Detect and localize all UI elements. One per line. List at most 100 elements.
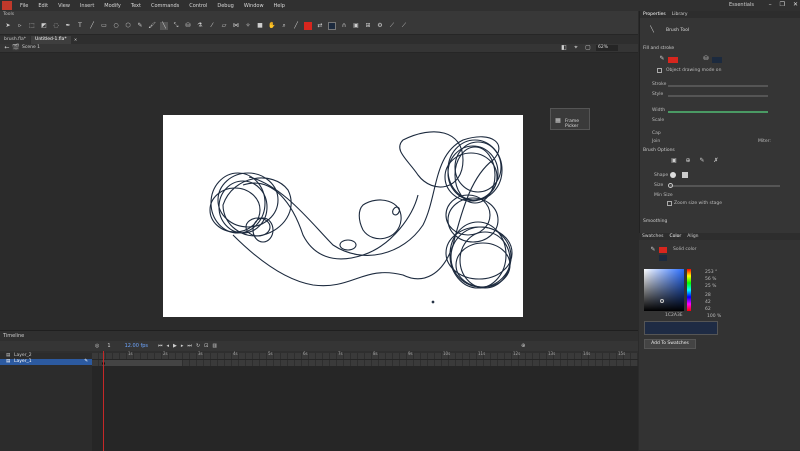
style-slider[interactable] — [668, 95, 768, 97]
picker-handle[interactable] — [660, 299, 664, 303]
menu-text[interactable]: Text — [126, 3, 146, 9]
ink-bottle-icon[interactable]: ⚗ — [196, 22, 204, 30]
close-tab-icon[interactable]: ✕ — [72, 36, 80, 44]
clip-stage-icon[interactable]: ▢ — [584, 44, 592, 52]
back-arrow-icon[interactable]: ← — [3, 44, 11, 52]
oval-tool-icon[interactable]: ○ — [112, 22, 120, 30]
round-shape-option[interactable] — [670, 172, 676, 178]
bucket-icon[interactable]: ⛁ — [702, 55, 710, 63]
frames-grid[interactable] — [92, 353, 638, 451]
size-slider-knob[interactable] — [668, 183, 673, 188]
hand-tool-icon[interactable]: ✋ — [268, 22, 276, 30]
step-back-icon[interactable]: ◂ — [167, 343, 170, 349]
menu-window[interactable]: Window — [239, 3, 269, 9]
menu-insert[interactable]: Insert — [75, 3, 99, 9]
width-tool-icon[interactable]: ⋈ — [232, 22, 240, 30]
tab-properties[interactable]: Properties — [643, 11, 666, 18]
stage-canvas[interactable] — [163, 115, 523, 317]
pen-tool-icon[interactable]: ✒ — [64, 22, 72, 30]
brush-edit-icon[interactable]: ✎ — [698, 157, 706, 165]
edit-multiple-icon[interactable]: ▥ — [212, 343, 217, 349]
tab-color[interactable]: Color — [670, 233, 682, 240]
frame-ruler[interactable]: 1s 2s 3s 4s 5s 6s 7s 8s 9s 10s 11s 12s 13s 14s 15s — [92, 351, 638, 359]
hue-slider[interactable] — [687, 269, 691, 311]
pencil-tool-icon[interactable]: ✎ — [136, 22, 144, 30]
align-icon[interactable]: ⊞ — [364, 22, 372, 30]
menu-edit[interactable]: Edit — [33, 3, 53, 9]
step-forward-icon[interactable]: ▸ — [181, 343, 184, 349]
timeline-zoom-icon[interactable]: ⊕ — [521, 343, 525, 349]
stroke-color-icon[interactable]: ╱ — [292, 22, 300, 30]
current-frame[interactable]: 1 — [103, 343, 114, 349]
fill-swatch[interactable] — [668, 57, 678, 63]
text-tool-icon[interactable]: T — [76, 22, 84, 30]
tab-brush-fla[interactable]: brush.fla* — [0, 36, 31, 44]
square-shape-option[interactable] — [682, 172, 688, 178]
add-to-swatches-button[interactable]: Add To Swatches — [644, 339, 696, 349]
keyframe-span[interactable] — [102, 360, 182, 366]
snap-icon[interactable]: ∩ — [340, 22, 348, 30]
play-icon[interactable]: ▶ — [173, 343, 177, 349]
frame-picker-panel[interactable]: ▦ Frame Picker — [550, 108, 590, 130]
hue-value[interactable]: 253 ° — [705, 270, 717, 275]
loop-icon[interactable]: ↻ — [196, 343, 200, 349]
line-tool-icon[interactable]: ╱ — [88, 22, 96, 30]
green-value[interactable]: 42 — [705, 300, 711, 305]
close-icon[interactable]: ✕ — [793, 1, 798, 8]
onion-skin-icon[interactable]: ◎ — [95, 343, 99, 349]
menu-view[interactable]: View — [53, 3, 75, 9]
color-type[interactable]: Solid color — [673, 247, 696, 252]
section-smoothing[interactable]: Smoothing — [643, 219, 667, 224]
tab-align[interactable]: Align — [687, 233, 698, 240]
minimize-icon[interactable]: – — [769, 1, 772, 8]
polystar-tool-icon[interactable]: ⬡ — [124, 22, 132, 30]
section-fill-stroke[interactable]: Fill and stroke — [643, 46, 674, 51]
smoothing-icon[interactable]: ⟋ — [388, 22, 396, 30]
layer-name[interactable]: Layer_2 — [14, 353, 32, 358]
pencil-icon[interactable]: ✎ — [84, 359, 88, 365]
width-slider[interactable] — [668, 111, 768, 113]
center-stage-icon[interactable]: ⌖ — [572, 44, 580, 52]
swap-colors-icon[interactable]: ⇄ — [316, 22, 324, 30]
workspace-switcher[interactable]: Essentials — [729, 2, 754, 8]
scene-label[interactable]: Scene 1 — [22, 45, 40, 50]
saturation-value[interactable]: 56 % — [705, 277, 716, 282]
blue-value[interactable]: 62 — [705, 307, 711, 312]
section-brush-options[interactable]: Brush Options — [643, 148, 675, 153]
bone-tool-icon[interactable]: ⤡ — [172, 22, 180, 30]
stroke-swatch[interactable] — [712, 57, 722, 63]
selection-tool-icon[interactable]: ➤ — [4, 22, 12, 30]
camera-tool-icon[interactable]: ■ — [256, 22, 264, 30]
asset-warp-icon[interactable]: ✧ — [244, 22, 252, 30]
object-drawing-icon[interactable]: ▣ — [352, 22, 360, 30]
lasso-icon[interactable]: ◌ — [52, 22, 60, 30]
menu-help[interactable]: Help — [269, 3, 290, 9]
red-value[interactable]: 28 — [705, 293, 711, 298]
fill-color-swatch[interactable] — [304, 22, 312, 30]
edit-symbols-icon[interactable]: ◧ — [560, 44, 568, 52]
menu-file[interactable]: File — [15, 3, 33, 9]
stroke-color-swatch[interactable] — [328, 22, 336, 30]
pressure-icon[interactable]: ⟋ — [400, 22, 408, 30]
center-frame-icon[interactable]: ⊡ — [204, 343, 208, 349]
layer-name[interactable]: Layer_1 — [14, 359, 32, 364]
eraser-icon[interactable]: ▱ — [220, 22, 228, 30]
menu-debug[interactable]: Debug — [212, 3, 238, 9]
paint-bucket-icon[interactable]: ⛁ — [184, 22, 192, 30]
object-drawing-checkbox[interactable] — [657, 68, 662, 73]
go-first-icon[interactable]: ⏮ — [158, 343, 163, 349]
zoom-field[interactable]: 62% — [596, 45, 618, 51]
restore-icon[interactable]: ❐ — [780, 1, 785, 8]
gradient-transform-icon[interactable]: ◩ — [40, 22, 48, 30]
tab-untitled-1[interactable]: Untitled-1.fla* — [31, 36, 71, 44]
rectangle-tool-icon[interactable]: ▭ — [100, 22, 108, 30]
brush-library-icon[interactable]: ▣ — [670, 157, 678, 165]
stroke-slider[interactable] — [668, 85, 768, 87]
zoom-tool-icon[interactable]: ⌕ — [280, 22, 288, 30]
menu-modify[interactable]: Modify — [99, 3, 126, 9]
size-slider[interactable] — [670, 185, 780, 187]
hex-value[interactable]: 1C2A3E — [665, 313, 683, 318]
fps-field[interactable]: 12.00 fps — [119, 343, 154, 349]
color-picker-field[interactable] — [644, 269, 684, 311]
subselection-tool-icon[interactable]: ▹ — [16, 22, 24, 30]
